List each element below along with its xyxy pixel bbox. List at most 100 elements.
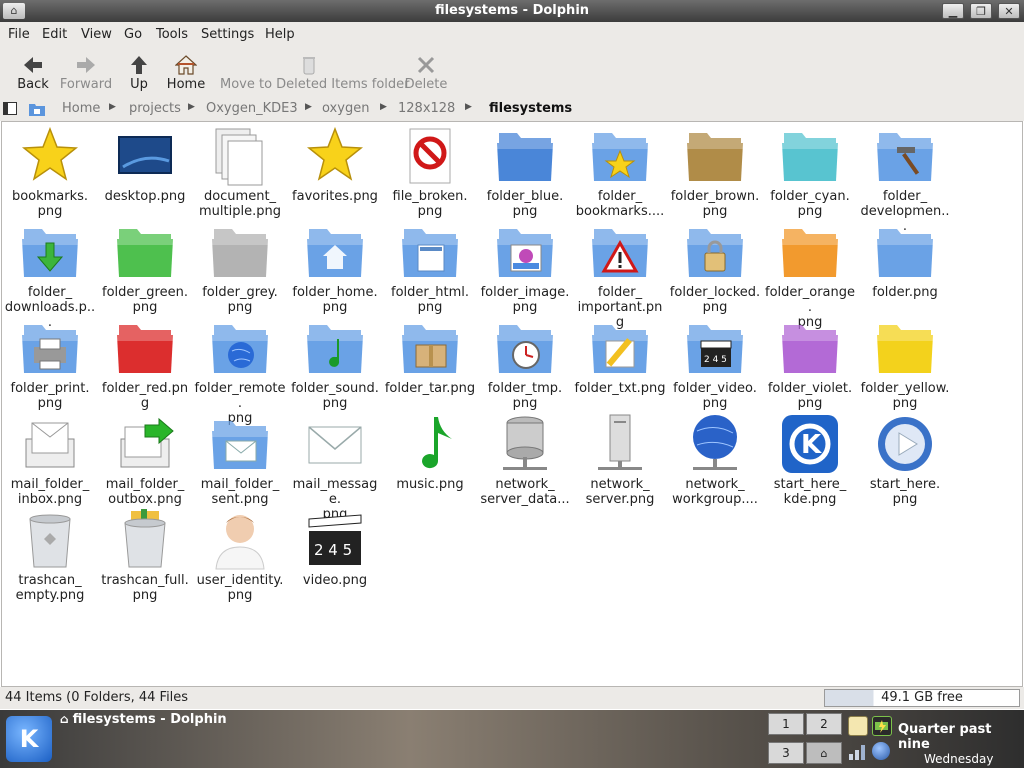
file-item[interactable]: folder_violet. png bbox=[764, 315, 856, 411]
folder-icon bbox=[875, 317, 935, 379]
file-item[interactable]: folder_red.png bbox=[99, 315, 191, 411]
breadcrumb-128x128[interactable]: 128x128 bbox=[398, 101, 455, 116]
breadcrumb-separator-icon[interactable]: ▶ bbox=[465, 102, 472, 112]
file-item[interactable]: favorites.png bbox=[289, 123, 381, 217]
breadcrumb-home[interactable]: Home bbox=[62, 101, 100, 116]
window-title: filesystems - Dolphin bbox=[434, 3, 590, 18]
window-titlebar[interactable]: ⌂ filesystems - Dolphin ▁ ❐ ✕ bbox=[0, 0, 1024, 22]
breadcrumb-oxygen[interactable]: oxygen bbox=[322, 101, 369, 116]
user-icon bbox=[210, 509, 270, 571]
file-name: network_ server_data... bbox=[480, 477, 570, 507]
file-item[interactable]: trashcan_ empty.png bbox=[4, 507, 96, 603]
maximize-button[interactable]: ❐ bbox=[970, 3, 992, 19]
file-item[interactable]: folder_cyan. png bbox=[764, 123, 856, 219]
clock-day[interactable]: Wednesday bbox=[924, 752, 993, 766]
clock-text[interactable]: Quarter past nine bbox=[898, 722, 1024, 752]
clipboard-icon[interactable] bbox=[848, 716, 868, 736]
folder-star-icon bbox=[590, 125, 650, 187]
file-item[interactable]: 2 4 5 video.png bbox=[289, 507, 381, 601]
breadcrumb-filesystems[interactable]: filesystems bbox=[489, 101, 572, 116]
breadcrumb-separator-icon[interactable]: ▶ bbox=[188, 102, 195, 112]
file-item[interactable]: folder_grey. png bbox=[194, 219, 286, 315]
places-folder-icon[interactable] bbox=[28, 101, 46, 117]
location-bar: Home ▶ projects ▶ Oxygen_KDE3 ▶ oxygen ▶… bbox=[0, 98, 1024, 121]
file-item[interactable]: folder_tar.png bbox=[384, 315, 476, 409]
file-item[interactable]: folder.png bbox=[859, 219, 951, 313]
file-item[interactable]: mail_message. png bbox=[289, 411, 381, 522]
file-name: folder_tar.png bbox=[384, 381, 476, 396]
file-item[interactable]: folder_locked. png bbox=[669, 219, 761, 315]
menu-go[interactable]: Go bbox=[124, 27, 142, 42]
file-item[interactable]: network_ workgroup.... bbox=[669, 411, 761, 507]
minimize-button[interactable]: ▁ bbox=[942, 3, 964, 19]
breadcrumb-projects[interactable]: projects bbox=[129, 101, 181, 116]
pager-desktop-2[interactable]: 2 bbox=[806, 713, 842, 735]
menu-view[interactable]: View bbox=[81, 27, 112, 42]
file-item[interactable]: folder_ downloads.p... bbox=[4, 219, 96, 330]
close-button[interactable]: ✕ bbox=[998, 3, 1020, 19]
file-item[interactable]: folder_ developmen... bbox=[859, 123, 951, 234]
file-item[interactable]: folder_html. png bbox=[384, 219, 476, 315]
file-item[interactable]: mail_folder_ sent.png bbox=[194, 411, 286, 507]
pager-desktop-4[interactable]: ⌂ bbox=[806, 742, 842, 764]
file-item[interactable]: bookmarks. png bbox=[4, 123, 96, 219]
network-signal-icon[interactable] bbox=[848, 742, 866, 760]
file-item[interactable]: folder_tmp. png bbox=[479, 315, 571, 411]
file-view[interactable]: bookmarks. png desktop.png document_ multi… bbox=[1, 121, 1023, 687]
file-item[interactable]: folder_image. png bbox=[479, 219, 571, 315]
menu-help[interactable]: Help bbox=[265, 27, 295, 42]
globe-icon[interactable] bbox=[872, 742, 890, 760]
file-item[interactable]: folder_remote. png bbox=[194, 315, 286, 426]
file-item[interactable]: folder_brown. png bbox=[669, 123, 761, 219]
breadcrumb-oxygen-kde3[interactable]: Oxygen_KDE3 bbox=[206, 101, 298, 116]
file-item[interactable]: network_ server.png bbox=[574, 411, 666, 507]
file-item[interactable]: network_ server_data... bbox=[479, 411, 571, 507]
menu-settings[interactable]: Settings bbox=[201, 27, 254, 42]
forward-button[interactable]: Forward bbox=[58, 48, 114, 98]
breadcrumb-separator-icon[interactable]: ▶ bbox=[109, 102, 116, 112]
file-item[interactable]: folder_green. png bbox=[99, 219, 191, 315]
menu-edit[interactable]: Edit bbox=[42, 27, 67, 42]
breadcrumb-separator-icon[interactable]: ▶ bbox=[380, 102, 387, 112]
menu-file[interactable]: File bbox=[8, 27, 30, 42]
folder-music-icon bbox=[305, 317, 365, 379]
taskbar-task-dolphin[interactable]: ⌂ filesystems - Dolphin bbox=[60, 712, 360, 730]
file-item[interactable]: folder_ important.png bbox=[574, 219, 666, 330]
file-item[interactable]: mail_folder_ inbox.png bbox=[4, 411, 96, 507]
file-name: document_ multiple.png bbox=[199, 189, 281, 219]
file-item[interactable]: document_ multiple.png bbox=[194, 123, 286, 219]
file-name: desktop.png bbox=[104, 189, 186, 204]
file-item[interactable]: folder_ bookmarks.... bbox=[574, 123, 666, 219]
menu-tools[interactable]: Tools bbox=[156, 27, 188, 42]
file-item[interactable]: start_here. png bbox=[859, 411, 951, 507]
move-to-trash-button[interactable]: Move to Deleted Items folder bbox=[220, 48, 410, 98]
file-item[interactable]: folder_home. png bbox=[289, 219, 381, 315]
file-item[interactable]: file_broken. png bbox=[384, 123, 476, 219]
file-item[interactable]: mail_folder_ outbox.png bbox=[99, 411, 191, 507]
kde-logo-icon: K bbox=[780, 413, 840, 475]
battery-icon[interactable] bbox=[872, 716, 892, 736]
home-button[interactable]: Home bbox=[164, 48, 208, 98]
file-item[interactable]: folder_orange. png bbox=[764, 219, 856, 330]
pager-desktop-1[interactable]: 1 bbox=[768, 713, 804, 735]
up-button[interactable]: Up bbox=[122, 48, 156, 98]
folder-home-icon bbox=[305, 221, 365, 283]
pager-desktop-3[interactable]: 3 bbox=[768, 742, 804, 764]
file-item[interactable]: folder_txt.png bbox=[574, 315, 666, 409]
file-item[interactable]: Kstart_here_ kde.png bbox=[764, 411, 856, 507]
file-item[interactable]: music.png bbox=[384, 411, 476, 505]
delete-button[interactable]: Delete bbox=[404, 48, 448, 98]
kde-menu-button[interactable]: K bbox=[6, 716, 52, 762]
sidebar-toggle-icon[interactable] bbox=[3, 102, 17, 115]
file-item[interactable]: 2 4 5 folder_video. png bbox=[669, 315, 761, 411]
file-item[interactable]: trashcan_full. png bbox=[99, 507, 191, 603]
file-item[interactable]: folder_sound. png bbox=[289, 315, 381, 411]
file-item[interactable]: folder_yellow. png bbox=[859, 315, 951, 411]
free-space-indicator[interactable]: 49.1 GB free bbox=[824, 689, 1020, 707]
file-item[interactable]: desktop.png bbox=[99, 123, 191, 217]
file-item[interactable]: folder_blue. png bbox=[479, 123, 571, 219]
back-button[interactable]: Back bbox=[12, 48, 54, 98]
file-item[interactable]: folder_print. png bbox=[4, 315, 96, 411]
file-item[interactable]: user_identity. png bbox=[194, 507, 286, 603]
breadcrumb-separator-icon[interactable]: ▶ bbox=[305, 102, 312, 112]
